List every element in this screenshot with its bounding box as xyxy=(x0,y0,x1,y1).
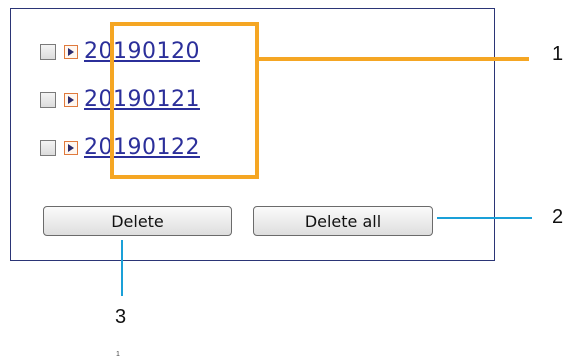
select-checkbox[interactable] xyxy=(40,44,56,60)
delete-button[interactable]: Delete xyxy=(43,206,232,236)
callout-number-3: 3 xyxy=(115,306,127,328)
callout-line-2 xyxy=(437,217,532,219)
callout-line-1 xyxy=(259,57,529,61)
delete-all-button[interactable]: Delete all xyxy=(253,206,433,236)
arrow-right-icon[interactable] xyxy=(64,93,78,107)
callout-line-3 xyxy=(121,240,123,296)
callout-number-1: 1 xyxy=(552,43,564,65)
arrow-right-icon[interactable] xyxy=(64,45,78,59)
select-checkbox[interactable] xyxy=(40,92,56,108)
footnote-mark: 1 xyxy=(116,351,120,358)
callout-number-2: 2 xyxy=(552,206,564,228)
arrow-right-icon[interactable] xyxy=(64,141,78,155)
select-checkbox[interactable] xyxy=(40,140,56,156)
folder-list-highlight xyxy=(110,22,259,179)
